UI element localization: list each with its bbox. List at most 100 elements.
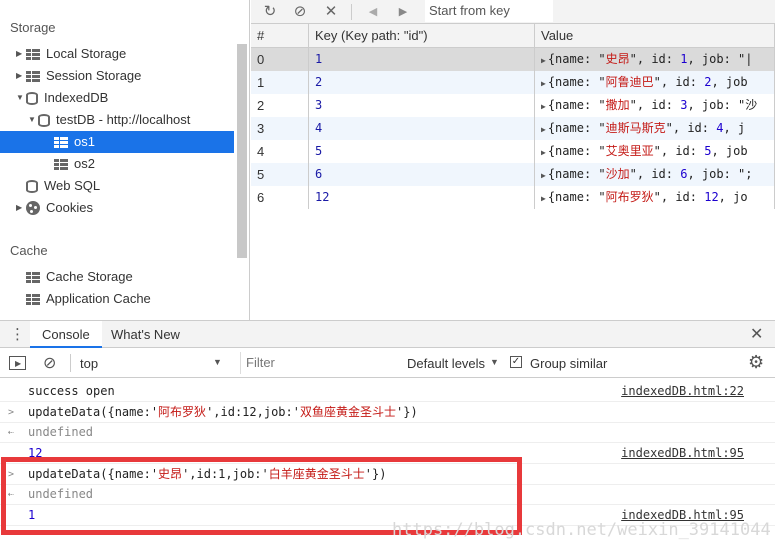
cell-value[interactable]: ▶ {name: "沙加", id: 6, job: "; — [535, 163, 775, 186]
play-icon: ▶ — [15, 359, 22, 368]
tree-item-os2[interactable]: os2 — [54, 153, 234, 175]
watermark: https://blog.csdn.net/weixin_39141044 — [392, 520, 771, 540]
cell-value[interactable]: ▶ {name: "阿布罗狄", id: 12, jo — [535, 186, 775, 209]
expand-arrow-icon[interactable]: ▶ — [541, 148, 546, 157]
start-key-input[interactable]: Start from key — [425, 0, 553, 22]
expand-arrow-icon[interactable]: ▶ — [541, 56, 546, 65]
table-row[interactable]: 4 5 ▶ {name: "艾奥里亚", id: 5, job — [251, 140, 775, 163]
filter-input[interactable]: Filter — [240, 352, 398, 374]
toolbar-divider — [351, 4, 352, 20]
tree-item-local-storage[interactable]: ▶ Local Storage — [16, 43, 236, 65]
tree-item-indexeddb[interactable]: ▼ IndexedDB — [16, 87, 236, 109]
cell-index: 5 — [251, 163, 309, 186]
tree-item-application-cache[interactable]: Application Cache — [26, 288, 226, 310]
drawer-tab-bar: ⋮ Console What's New ✕ — [0, 320, 775, 348]
cell-index: 1 — [251, 71, 309, 94]
expand-arrow-icon[interactable]: ▶ — [541, 102, 546, 111]
tree-item-cookies[interactable]: ▶ Cookies — [16, 197, 236, 219]
collapse-arrow-icon[interactable]: ▼ — [16, 87, 26, 109]
grid-icon — [26, 271, 40, 283]
expand-arrow-icon[interactable]: ▶ — [541, 125, 546, 134]
table-row[interactable]: 3 4 ▶ {name: "迪斯马斯克", id: 4, j — [251, 117, 775, 140]
group-similar-checkbox[interactable]: ✓ — [510, 356, 522, 368]
expand-arrow-icon[interactable]: ▶ — [541, 79, 546, 88]
tab-console[interactable]: Console — [30, 321, 102, 348]
log-levels-dropdown[interactable]: Default levels — [407, 356, 485, 371]
column-header-key[interactable]: Key (Key path: "id") — [309, 24, 535, 48]
storage-tree: Storage ▶ Local Storage ▶ Session Storag… — [0, 0, 250, 320]
cell-value[interactable]: ▶ {name: "史昂", id: 1, job: "| — [535, 48, 775, 71]
cache-section-header: Cache — [10, 243, 48, 258]
tree-item-label: Application Cache — [46, 291, 151, 306]
tree-item-session-storage[interactable]: ▶ Session Storage — [16, 65, 236, 87]
next-page-icon[interactable]: ▶ — [393, 2, 413, 22]
tree-item-label: os1 — [74, 134, 95, 149]
previous-page-icon[interactable]: ◀ — [363, 2, 383, 22]
expand-arrow-icon[interactable]: ▶ — [16, 197, 26, 219]
expand-arrow-icon[interactable]: ▶ — [16, 65, 26, 87]
settings-gear-icon[interactable]: ⚙ — [748, 352, 764, 373]
console-toolbar: ▶ ⊘ top ▼ Filter Default levels ▼ ✓ Grou… — [0, 348, 775, 378]
cookie-icon — [26, 201, 40, 215]
cell-index: 0 — [251, 48, 309, 71]
input-prompt-icon: > — [8, 407, 15, 418]
toolbar-divider — [70, 354, 71, 372]
cell-value[interactable]: ▶ {name: "阿鲁迪巴", id: 2, job — [535, 71, 775, 94]
table-row[interactable]: 0 1 ▶ {name: "史昂", id: 1, job: "| — [251, 48, 775, 71]
expand-arrow-icon[interactable]: ▶ — [541, 171, 546, 180]
drawer-menu-icon[interactable]: ⋮ — [10, 321, 25, 348]
log-message: success open indexedDB.html:22 — [0, 381, 775, 402]
source-link[interactable]: indexedDB.html:95 — [621, 443, 744, 464]
table-row[interactable]: 5 6 ▶ {name: "沙加", id: 6, job: "; — [251, 163, 775, 186]
tree-item-label: os2 — [74, 156, 95, 171]
expand-arrow-icon[interactable]: ▶ — [16, 43, 26, 65]
grid-icon — [26, 70, 40, 82]
tree-item-label: Web SQL — [44, 178, 101, 193]
tree-item-testdb[interactable]: ▼ testDB - http://localhost — [28, 109, 236, 131]
cell-key: 5 — [309, 140, 535, 163]
column-header-value[interactable]: Value — [535, 24, 775, 48]
tree-item-os1[interactable]: os1 — [0, 131, 234, 153]
column-header-index[interactable]: # — [251, 24, 309, 48]
close-drawer-icon[interactable]: ✕ — [750, 321, 763, 348]
collapse-arrow-icon[interactable]: ▼ — [28, 109, 38, 131]
tree-item-web-sql[interactable]: Web SQL — [26, 175, 226, 197]
database-icon — [26, 91, 38, 105]
cell-value[interactable]: ▶ {name: "迪斯马斯克", id: 4, j — [535, 117, 775, 140]
expand-arrow-icon[interactable]: ▶ — [541, 194, 546, 203]
cell-index: 2 — [251, 94, 309, 117]
tree-item-label: Session Storage — [46, 68, 142, 83]
result-arrow-icon: ⇠ — [8, 427, 15, 438]
refresh-icon[interactable]: ↻ — [260, 2, 280, 22]
log-result: ⇠ undefined — [0, 422, 775, 443]
cell-index: 6 — [251, 186, 309, 209]
cell-key: 6 — [309, 163, 535, 186]
log-input: > updateData({name:'阿布罗狄',id:12,job:'双鱼座… — [0, 402, 775, 423]
database-icon — [26, 179, 38, 193]
cell-index: 3 — [251, 117, 309, 140]
sidebar-toggle-icon[interactable]: ▶ — [9, 356, 26, 370]
grid-icon — [26, 48, 40, 60]
clear-icon[interactable]: ⊘ — [290, 2, 310, 22]
indexeddb-toolbar: ↻ ⊘ ✕ ◀ ▶ Start from key — [251, 0, 775, 24]
object-store-grid: # Key (Key path: "id") Value 0 1 ▶ {name: "… — [251, 24, 775, 320]
table-row[interactable]: 1 2 ▶ {name: "阿鲁迪巴", id: 2, job — [251, 71, 775, 94]
clear-console-icon[interactable]: ⊘ — [43, 353, 56, 373]
cell-key: 12 — [309, 186, 535, 209]
tab-whats-new[interactable]: What's New — [111, 321, 180, 348]
delete-icon[interactable]: ✕ — [321, 2, 341, 22]
chevron-down-icon[interactable]: ▼ — [213, 357, 222, 367]
cell-key: 4 — [309, 117, 535, 140]
database-icon — [38, 113, 50, 127]
grid-icon — [54, 158, 68, 170]
table-row[interactable]: 6 12 ▶ {name: "阿布罗狄", id: 12, jo — [251, 186, 775, 209]
context-selector[interactable]: top — [80, 356, 98, 371]
group-similar-label: Group similar — [530, 356, 608, 371]
cell-value[interactable]: ▶ {name: "艾奥里亚", id: 5, job — [535, 140, 775, 163]
table-row[interactable]: 2 3 ▶ {name: "撒加", id: 3, job: "沙 — [251, 94, 775, 117]
source-link[interactable]: indexedDB.html:22 — [621, 381, 744, 402]
tree-scrollbar[interactable] — [237, 44, 247, 258]
tree-item-cache-storage[interactable]: Cache Storage — [26, 266, 226, 288]
chevron-down-icon[interactable]: ▼ — [490, 357, 499, 367]
cell-value[interactable]: ▶ {name: "撒加", id: 3, job: "沙 — [535, 94, 775, 117]
